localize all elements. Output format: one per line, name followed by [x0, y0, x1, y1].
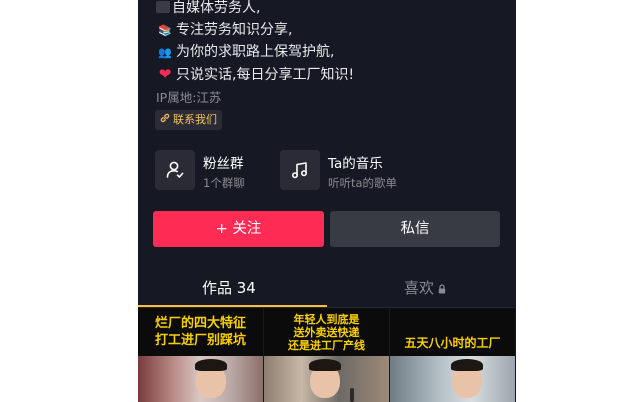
- contact-us-button[interactable]: 联系我们: [155, 110, 222, 130]
- message-button[interactable]: 私信: [330, 211, 500, 247]
- bio-text: 为你的求职路上保驾护航,: [176, 44, 335, 60]
- music-title: Ta的音乐: [328, 156, 383, 172]
- profile-screen: 自媒体劳务人, 📚 专注劳务知识分享, 👥 为你的求职路上保驾护航, ❤ 只说实话,每…: [138, 0, 516, 402]
- music-subtitle: 听听ta的歌单: [328, 176, 398, 190]
- video-frame: [264, 356, 389, 402]
- bio-text: 只说实话,每日分享工厂知识!: [176, 67, 355, 83]
- ip-location: IP属地:江苏: [156, 90, 222, 105]
- caption-line: 年轻人到底是: [293, 313, 360, 326]
- video-thumbnail[interactable]: 五天八小时的工厂: [390, 308, 515, 402]
- music-note-icon: [280, 150, 320, 190]
- video-caption: 烂厂的四大特征 打工进厂别踩坑: [138, 308, 263, 356]
- person-hair: [195, 359, 227, 371]
- person-hair: [451, 359, 483, 371]
- caption-line: 五天八小时的工厂: [404, 336, 501, 350]
- video-frame: [390, 356, 515, 402]
- gray-block-icon: [156, 1, 170, 13]
- people-icon: 👥: [158, 46, 172, 59]
- fans-group-subtitle: 1个群聊: [203, 176, 245, 190]
- bio-line: 📚 专注劳务知识分享,: [156, 20, 292, 41]
- caption-line: 送外卖送快递: [293, 326, 360, 339]
- tab-works-label: 作品 34: [202, 279, 256, 297]
- bio-line: ❤ 只说实话,每日分享工厂知识!: [156, 64, 354, 85]
- person-hair: [309, 359, 341, 371]
- fans-group-title: 粉丝群: [203, 156, 244, 172]
- books-icon: 📚: [158, 24, 172, 37]
- caption-line: 打工进厂别踩坑: [154, 333, 246, 348]
- video-caption: 五天八小时的工厂: [390, 308, 515, 356]
- bio-text: 自媒体劳务人,: [172, 0, 261, 16]
- microphone: [350, 388, 354, 402]
- bio-text: 专注劳务知识分享,: [176, 22, 293, 38]
- video-grid: 烂厂的四大特征 打工进厂别踩坑 年轻人到底是 送外卖送快递 还是进工厂产线 五天…: [138, 308, 516, 402]
- tab-likes-label: 喜欢: [404, 279, 435, 297]
- heart-icon: ❤: [158, 65, 172, 83]
- video-frame: [138, 356, 263, 402]
- video-thumbnail[interactable]: 烂厂的四大特征 打工进厂别踩坑: [138, 308, 263, 402]
- video-thumbnail[interactable]: 年轻人到底是 送外卖送快递 还是进工厂产线: [264, 308, 389, 402]
- follow-button[interactable]: + 关注: [153, 211, 324, 247]
- link-icon: [160, 111, 170, 131]
- caption-line: 还是进工厂产线: [288, 339, 365, 352]
- video-caption: 年轻人到底是 送外卖送快递 还是进工厂产线: [264, 308, 389, 356]
- tab-works[interactable]: 作品 34: [202, 278, 256, 298]
- caption-line: 烂厂的四大特征: [154, 316, 246, 331]
- bio-line: 自媒体劳务人,: [156, 0, 260, 18]
- bio-line: 👥 为你的求职路上保驾护航,: [156, 42, 334, 63]
- fan-group-icon: [155, 150, 195, 190]
- lock-icon: [438, 279, 446, 294]
- contact-us-label: 联系我们: [173, 113, 217, 126]
- tab-likes[interactable]: 喜欢: [404, 278, 446, 298]
